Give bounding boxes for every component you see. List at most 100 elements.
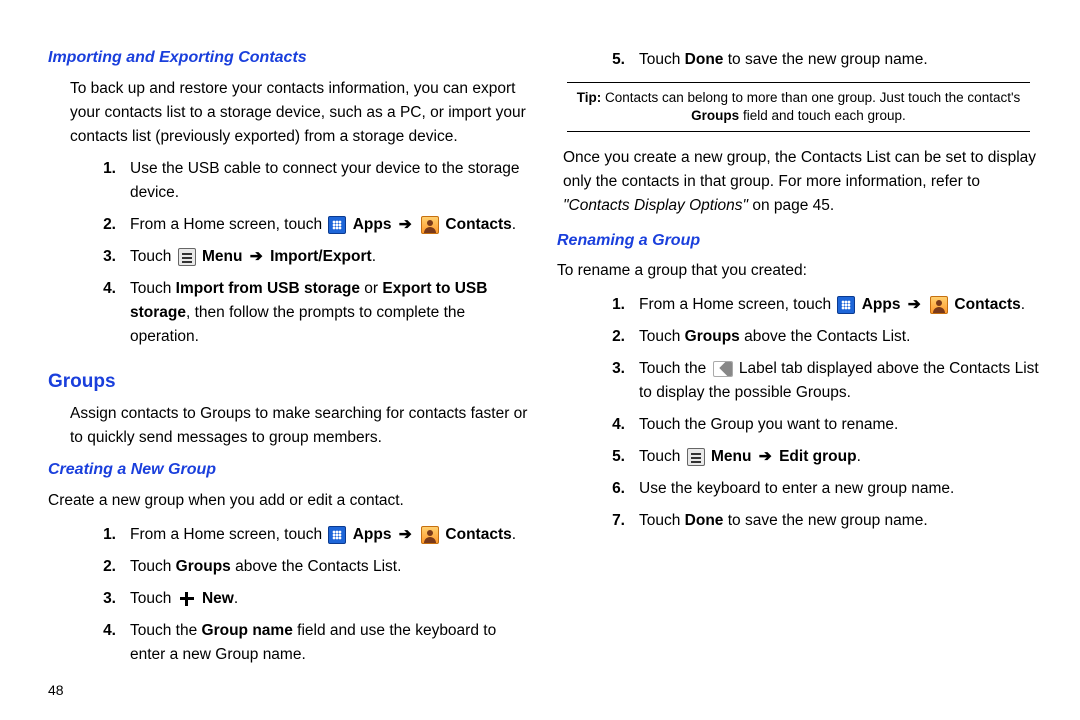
text: Touch xyxy=(639,512,685,529)
arrow-icon: ➔ xyxy=(250,248,263,265)
text: on page 45. xyxy=(748,197,834,214)
heading-groups: Groups xyxy=(48,367,531,396)
label-contacts: Contacts xyxy=(954,296,1020,313)
step-text: Touch Done to save the new group name. xyxy=(639,48,1040,72)
label-new: New xyxy=(202,590,234,607)
text: Touch xyxy=(130,280,176,297)
arrow-icon: ➔ xyxy=(759,448,772,465)
heading-import-export: Importing and Exporting Contacts xyxy=(48,46,531,71)
paragraph-after-tip: Once you create a new group, the Contact… xyxy=(563,146,1040,218)
bold: Done xyxy=(685,51,724,68)
step-text: Use the USB cable to connect your device… xyxy=(130,157,531,205)
step-number: 5. xyxy=(599,445,625,469)
apps-icon xyxy=(328,526,346,544)
step-2: 2. Touch Groups above the Contacts List. xyxy=(557,325,1040,349)
step-number: 2. xyxy=(599,325,625,349)
step-number: 1. xyxy=(599,293,625,317)
step-4: 4. Touch Import from USB storage or Expo… xyxy=(48,277,531,349)
step-text: Touch Menu ➔ Edit group. xyxy=(639,445,1040,469)
text: Touch xyxy=(130,558,176,575)
step-1: 1. From a Home screen, touch Apps ➔ Cont… xyxy=(48,523,531,547)
arrow-icon: ➔ xyxy=(908,296,921,313)
plus-icon xyxy=(178,590,196,608)
label-import-export: Import/Export xyxy=(270,248,372,265)
label-menu: Menu xyxy=(711,448,751,465)
menu-icon xyxy=(687,448,705,466)
bold: Groups xyxy=(685,328,740,345)
text: to save the new group name. xyxy=(723,51,927,68)
text: Once you create a new group, the Contact… xyxy=(563,149,1036,190)
heading-create-group: Creating a New Group xyxy=(48,458,531,483)
menu-icon xyxy=(178,248,196,266)
bold: Import from USB storage xyxy=(176,280,360,297)
text: Touch xyxy=(130,590,176,607)
arrow-icon: ➔ xyxy=(399,526,412,543)
period: . xyxy=(372,248,376,265)
step-number: 4. xyxy=(599,413,625,437)
step-text: Touch the Label tab displayed above the … xyxy=(639,357,1040,405)
lead-import-export: To back up and restore your contacts inf… xyxy=(70,77,531,149)
step-text: From a Home screen, touch Apps ➔ Contact… xyxy=(130,523,531,547)
text: Touch xyxy=(639,328,685,345)
step-number: 1. xyxy=(90,157,116,205)
step-text: Touch Import from USB storage or Export … xyxy=(130,277,531,349)
step-text: Touch Done to save the new group name. xyxy=(639,509,1040,533)
step-3: 3. Touch Menu ➔ Import/Export. xyxy=(48,245,531,269)
text: above the Contacts List. xyxy=(740,328,911,345)
text: to save the new group name. xyxy=(723,512,927,529)
steps-import-export: 1. Use the USB cable to connect your dev… xyxy=(48,157,531,349)
step-number: 4. xyxy=(90,619,116,667)
step-number: 3. xyxy=(599,357,625,405)
label-apps: Apps xyxy=(862,296,901,313)
step-1: 1. From a Home screen, touch Apps ➔ Cont… xyxy=(557,293,1040,317)
tip-box: Tip: Contacts can belong to more than on… xyxy=(567,82,1030,132)
period: . xyxy=(857,448,861,465)
tip-after: field and touch each group. xyxy=(739,108,906,123)
step-number: 3. xyxy=(90,245,116,269)
step-text: Touch Groups above the Contacts List. xyxy=(639,325,1040,349)
step-number: 3. xyxy=(90,587,116,611)
step-number: 2. xyxy=(90,555,116,579)
steps-continued: 5. Touch Done to save the new group name… xyxy=(557,48,1040,72)
steps-create-group: 1. From a Home screen, touch Apps ➔ Cont… xyxy=(48,523,531,667)
step-2: 2. Touch Groups above the Contacts List. xyxy=(48,555,531,579)
apps-icon xyxy=(837,296,855,314)
step-text: Touch New. xyxy=(130,587,531,611)
step-2: 2. From a Home screen, touch Apps ➔ Cont… xyxy=(48,213,531,237)
step-7: 7. Touch Done to save the new group name… xyxy=(557,509,1040,533)
text: Touch the xyxy=(130,622,202,639)
period: . xyxy=(512,526,516,543)
text: Touch xyxy=(639,448,685,465)
text: Touch xyxy=(639,51,685,68)
step-number: 1. xyxy=(90,523,116,547)
step-1: 1. Use the USB cable to connect your dev… xyxy=(48,157,531,205)
step-6: 6. Use the keyboard to enter a new group… xyxy=(557,477,1040,501)
reference-link: "Contacts Display Options" xyxy=(563,197,748,214)
period: . xyxy=(512,216,516,233)
label-edit-group: Edit group xyxy=(779,448,857,465)
heading-rename-group: Renaming a Group xyxy=(557,229,1040,254)
label-apps: Apps xyxy=(353,526,392,543)
label-tab-icon xyxy=(713,361,733,377)
text: Touch xyxy=(130,248,176,265)
period: . xyxy=(234,590,238,607)
text: above the Contacts List. xyxy=(231,558,402,575)
step-text: Touch Groups above the Contacts List. xyxy=(130,555,531,579)
contacts-icon xyxy=(421,526,439,544)
bold: Group name xyxy=(202,622,293,639)
arrow-icon: ➔ xyxy=(399,216,412,233)
lead-create-group: Create a new group when you add or edit … xyxy=(48,489,531,513)
step-3: 3. Touch New. xyxy=(48,587,531,611)
step-4: 4. Touch the Group name field and use th… xyxy=(48,619,531,667)
page-number: 48 xyxy=(48,680,64,702)
step-text: From a Home screen, touch Apps ➔ Contact… xyxy=(130,213,531,237)
text: From a Home screen, touch xyxy=(639,296,835,313)
tip-text: Contacts can belong to more than one gro… xyxy=(601,90,1020,105)
step-text: From a Home screen, touch Apps ➔ Contact… xyxy=(639,293,1040,317)
period: . xyxy=(1021,296,1025,313)
label-contacts: Contacts xyxy=(445,526,511,543)
text: From a Home screen, touch xyxy=(130,526,326,543)
step-text: Touch the Group name field and use the k… xyxy=(130,619,531,667)
step-5: 5. Touch Done to save the new group name… xyxy=(557,48,1040,72)
text: or xyxy=(360,280,382,297)
